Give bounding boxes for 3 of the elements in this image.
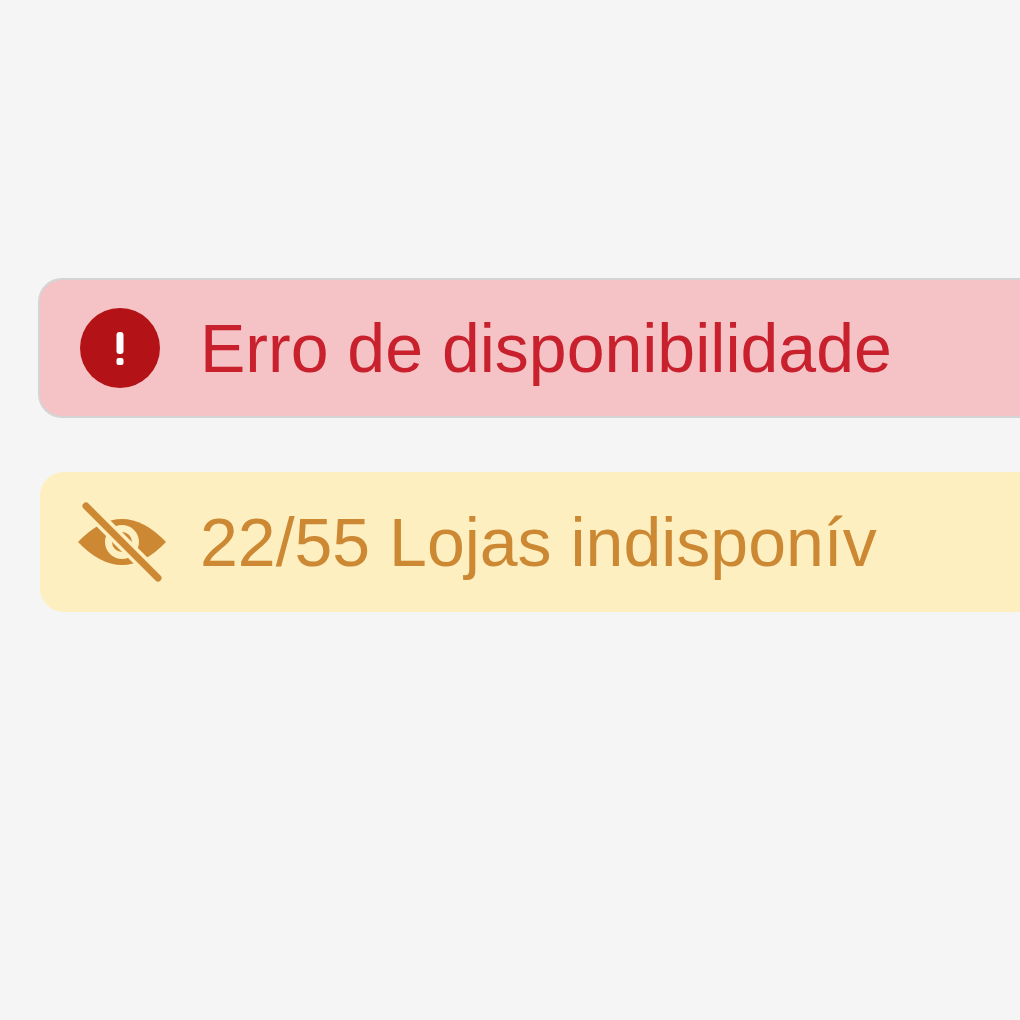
alert-message: Erro de disponibilidade — [200, 310, 892, 386]
alert-icon — [80, 308, 160, 388]
alert-message: 22/55 Lojas indisponív — [200, 504, 877, 580]
